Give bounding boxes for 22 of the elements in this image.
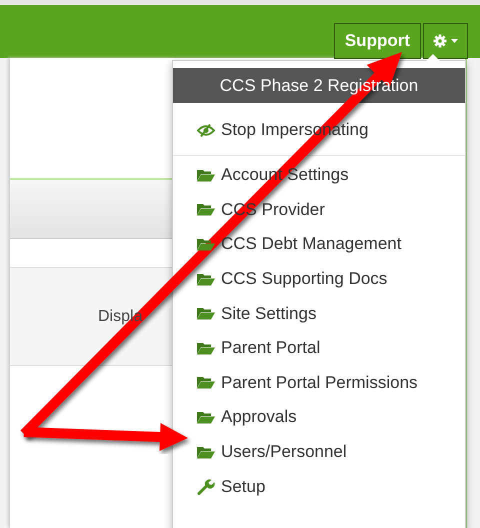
folder-icon xyxy=(197,410,215,424)
settings-button[interactable] xyxy=(423,22,468,58)
folder-icon xyxy=(197,342,215,355)
folder-icon xyxy=(197,307,215,320)
eye-slash-icon xyxy=(197,124,215,136)
menu-item[interactable]: Users/Personnel xyxy=(173,434,465,470)
menu-item[interactable]: Parent Portal Permissions xyxy=(173,366,465,400)
folder-icon xyxy=(197,376,215,390)
menu-item[interactable]: Parent Portal xyxy=(173,330,465,366)
wrench-icon xyxy=(197,478,215,495)
folder-icon xyxy=(197,272,215,286)
menu-item[interactable]: Setup xyxy=(173,469,465,504)
menu-item[interactable]: CCS Debt Management xyxy=(173,227,465,262)
folder-icon xyxy=(197,203,215,216)
folder-icon xyxy=(197,168,215,182)
caret-icon xyxy=(451,38,458,42)
menu-item[interactable]: Site Settings xyxy=(173,296,465,331)
folder-icon xyxy=(197,446,215,459)
menu-item[interactable]: Approvals xyxy=(173,400,465,435)
gear-icon xyxy=(433,34,447,48)
folder-icon xyxy=(197,238,215,251)
menu-item[interactable]: CCS Supporting Docs xyxy=(173,262,465,296)
